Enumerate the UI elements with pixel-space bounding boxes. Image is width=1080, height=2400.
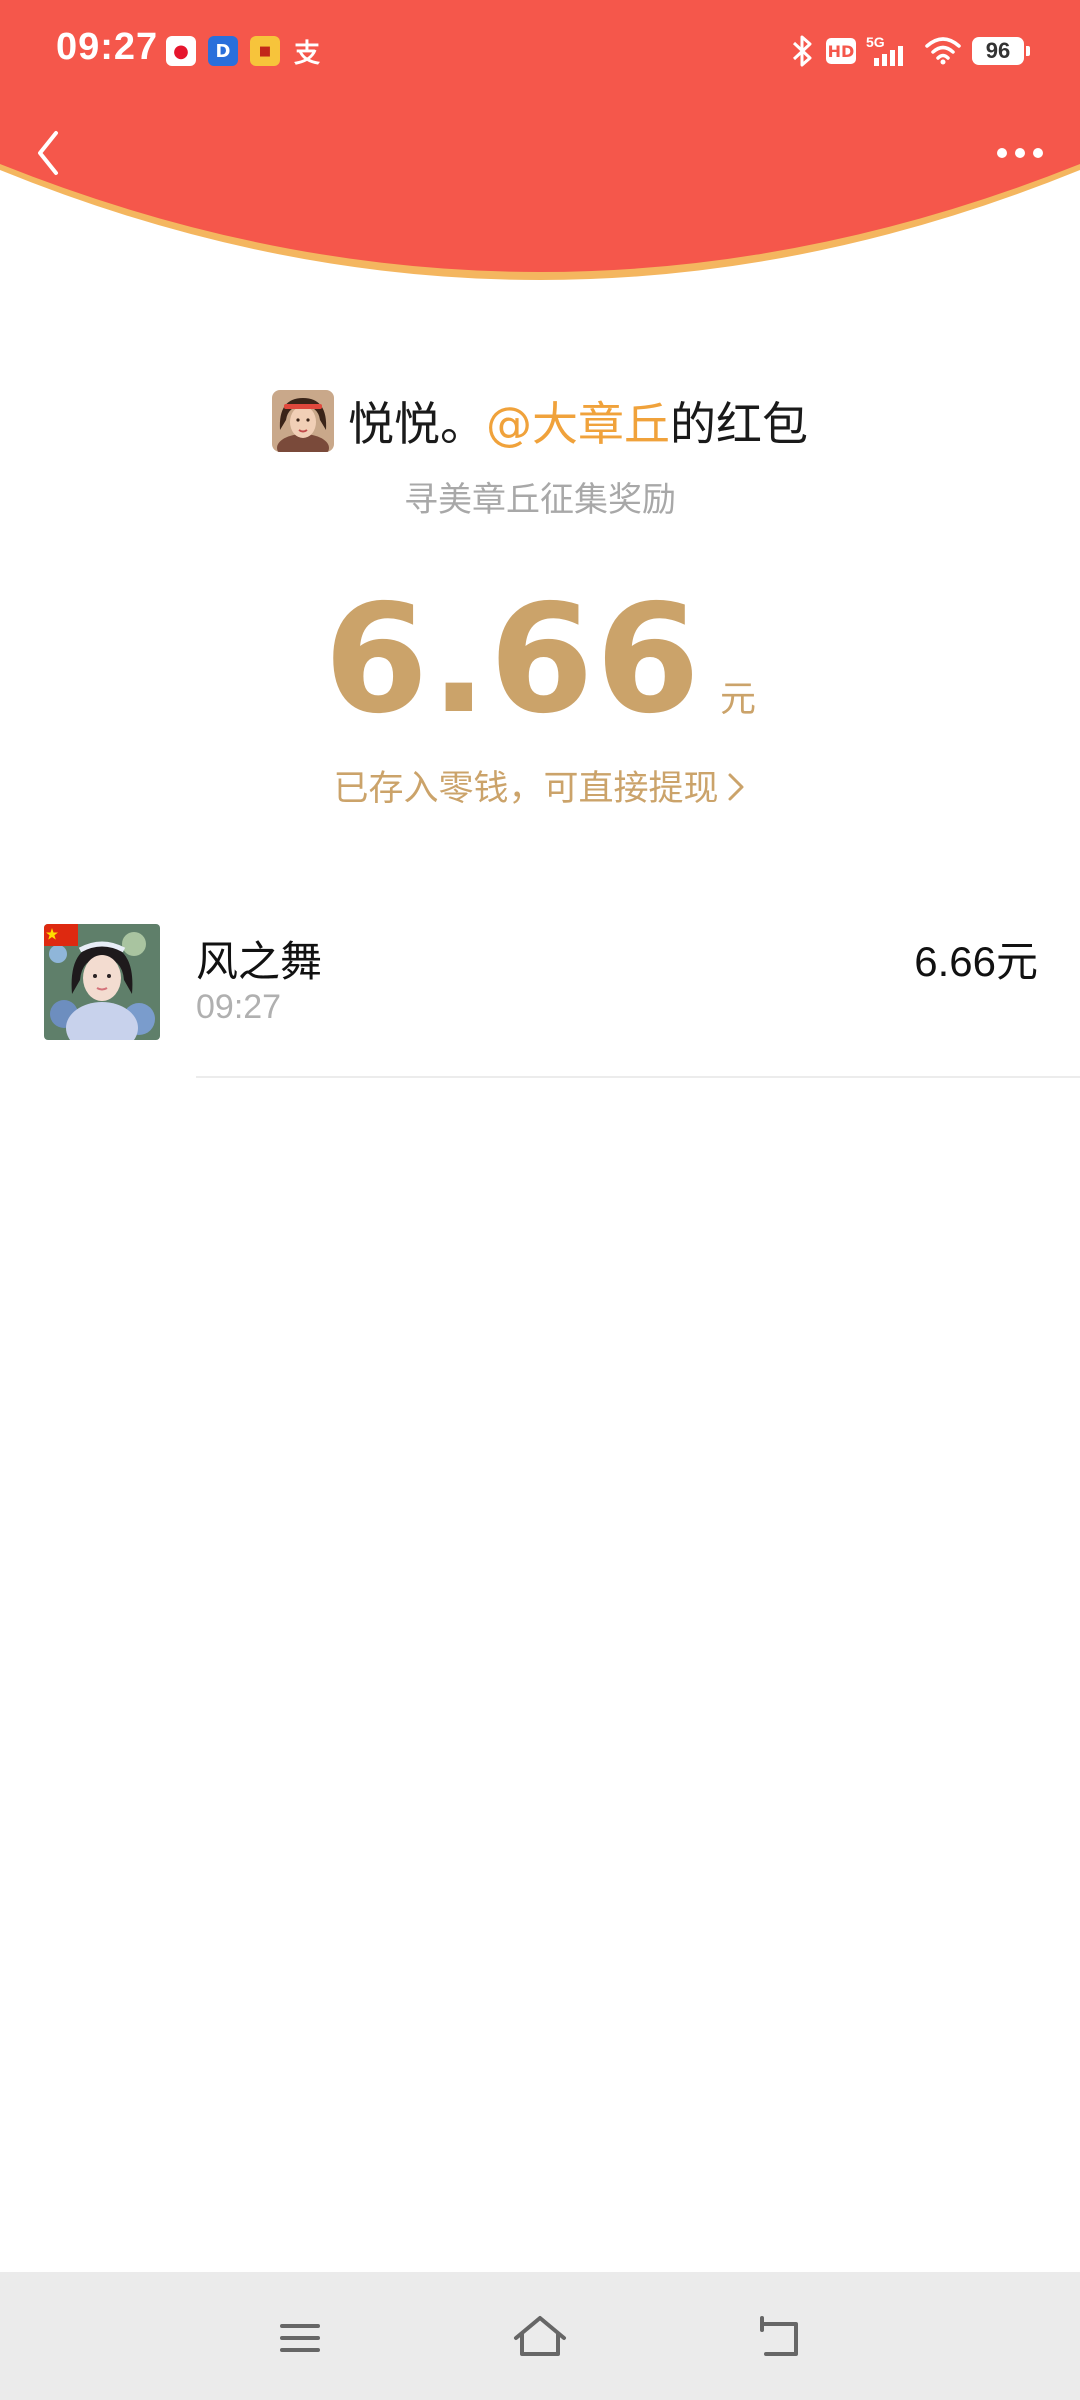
wallet-note: 已存入零钱，可直接提现: [333, 769, 719, 809]
recent-apps-button[interactable]: [268, 2306, 332, 2370]
back-button[interactable]: [20, 115, 80, 185]
system-nav-bar: [0, 2272, 1080, 2400]
status-bar: 09:27 ● D ■ 支 HD 5G 96: [0, 0, 1080, 105]
sender-name: 悦悦。: [348, 397, 486, 451]
more-button[interactable]: [980, 115, 1060, 185]
red-packet-detail-page: 09:27 ● D ■ 支 HD 5G 96 悦悦。@大章丘的红包 寻美章丘征集…: [0, 0, 1080, 2400]
home-button[interactable]: [508, 2306, 572, 2370]
system-back-button[interactable]: [748, 2306, 812, 2370]
amount-unit: 元: [720, 679, 757, 720]
news-icon: ■: [250, 36, 280, 66]
svg-text:5G: 5G: [866, 34, 885, 50]
receiver-time: 09:27: [196, 988, 282, 1026]
sender-mention[interactable]: @大章丘: [486, 397, 670, 451]
receiver-amount: 6.66元: [914, 938, 1038, 985]
title-suffix: 的红包: [670, 397, 808, 451]
amount-display: 6.66 元: [0, 585, 1080, 735]
receiver-name: 风之舞: [196, 937, 323, 986]
bluetooth-icon: [792, 35, 812, 67]
red-packet-title: 悦悦。@大章丘的红包: [348, 388, 808, 454]
hd-badge: HD: [826, 38, 856, 64]
back-icon: [760, 2316, 798, 2356]
system-icons: HD 5G 96: [790, 34, 1030, 68]
chevron-right-icon: [728, 773, 743, 801]
home-icon: [514, 2316, 566, 2356]
sender-row: 悦悦。@大章丘的红包: [0, 388, 1080, 454]
menu-icon: [280, 2324, 320, 2352]
alipay-icon: 支: [293, 38, 320, 69]
sender-avatar[interactable]: [272, 390, 334, 452]
weibo-icon: ●: [166, 36, 196, 66]
signal-5g-icon: 5G: [866, 34, 903, 66]
battery-indicator: 96: [972, 37, 1030, 65]
more-dots-icon: [997, 148, 1043, 158]
amount-value: 6.66: [323, 573, 703, 747]
wallet-link[interactable]: 已存入零钱，可直接提现: [0, 760, 1080, 811]
receiver-list-item[interactable]: 风之舞 09:27 6.66元: [0, 920, 1080, 1080]
chevron-left-icon: [38, 131, 58, 175]
red-packet-subtitle: 寻美章丘征集奖励: [404, 480, 676, 520]
wifi-icon: [925, 37, 961, 65]
top-nav: [0, 105, 1080, 185]
receiver-avatar[interactable]: [44, 924, 160, 1040]
status-time: 09:27: [56, 26, 159, 68]
list-divider: [196, 1076, 1080, 1078]
dingtalk-icon: D: [208, 36, 238, 66]
notification-icons: ● D ■ 支: [166, 36, 322, 69]
